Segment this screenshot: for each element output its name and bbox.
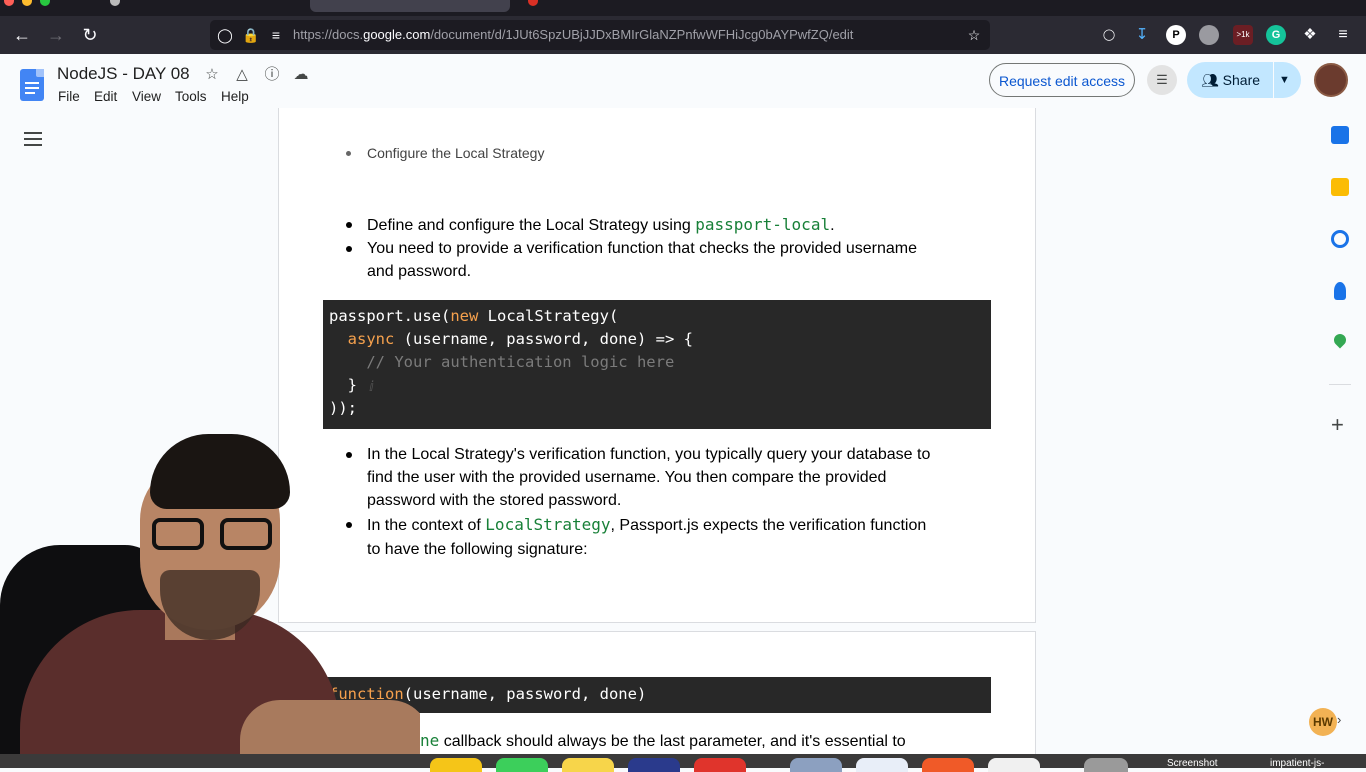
globe-icon[interactable] xyxy=(1199,25,1219,45)
tasks-icon[interactable] xyxy=(1331,230,1349,248)
document-title[interactable]: NodeJS - DAY 08 xyxy=(57,64,190,84)
bookmark-star-icon[interactable]: ☆ xyxy=(965,26,983,44)
shield-icon[interactable]: ◯ xyxy=(216,26,234,44)
dock-app-icon[interactable] xyxy=(628,758,680,772)
url-text[interactable]: https://docs.google.com/document/d/1JUt6… xyxy=(293,27,853,42)
dock-app-icon[interactable] xyxy=(922,758,974,772)
dock-app-icon[interactable] xyxy=(1084,758,1128,772)
tab-favicon[interactable] xyxy=(528,0,538,6)
docs-logo-icon[interactable] xyxy=(20,69,44,101)
cloud-status-icon[interactable]: ☁ xyxy=(291,65,311,85)
back-icon[interactable]: ← xyxy=(9,22,35,48)
chevron-right-icon[interactable]: › xyxy=(1337,712,1341,727)
presenter-glasses xyxy=(152,518,274,554)
bullet-marker xyxy=(346,222,352,228)
forward-icon[interactable]: → xyxy=(43,22,69,48)
pocket-icon[interactable]: ◯ xyxy=(1099,25,1119,45)
menu-help[interactable]: Help xyxy=(221,89,249,104)
presenter-video-overlay xyxy=(0,430,420,768)
share-divider xyxy=(1273,62,1274,98)
code-block[interactable]: function(username, password, done) xyxy=(323,677,991,713)
extensions-puzzle-icon[interactable]: ❖ xyxy=(1300,25,1320,45)
dock-app-icon[interactable] xyxy=(496,758,548,772)
star-icon[interactable]: ☆ xyxy=(202,65,222,85)
lock-icon[interactable]: 🔒 xyxy=(242,26,260,44)
presenter-hair xyxy=(150,434,290,509)
request-edit-access-button[interactable]: Request edit access xyxy=(989,63,1135,97)
tab-favicon[interactable] xyxy=(110,0,120,6)
watermark-badge: HW xyxy=(1309,708,1337,736)
list-item-continuation[interactable]: and password. xyxy=(367,260,471,283)
download-icon[interactable]: ↧ xyxy=(1132,25,1152,45)
list-item[interactable]: In the Local Strategy's verification fun… xyxy=(367,443,930,466)
paragraph-text[interactable]: ne callback should always be the last pa… xyxy=(420,729,906,753)
menu-tools[interactable]: Tools xyxy=(175,89,207,104)
dock-file-label[interactable]: impatient-js- xyxy=(1270,758,1324,769)
list-item[interactable]: In the context of LocalStrategy, Passpor… xyxy=(367,513,926,537)
document-outline-icon[interactable] xyxy=(24,131,42,147)
bullet-marker xyxy=(346,246,352,252)
dock-app-icon[interactable] xyxy=(988,758,1040,772)
dock-app-icon[interactable] xyxy=(856,758,908,772)
grammarly-icon[interactable]: G xyxy=(1266,25,1286,45)
text-cursor-icon: ⅈ xyxy=(369,378,374,394)
avatar[interactable] xyxy=(1314,63,1348,97)
extension-badge-icon[interactable]: >1k xyxy=(1233,25,1253,45)
menu-file[interactable]: File xyxy=(58,89,80,104)
bullet-marker xyxy=(346,151,351,156)
chevron-down-icon[interactable]: ▼ xyxy=(1279,62,1290,98)
permissions-icon[interactable]: ≡ xyxy=(267,26,285,44)
move-to-drive-icon[interactable]: △ xyxy=(232,65,252,85)
keep-icon[interactable] xyxy=(1331,178,1349,196)
menu-view[interactable]: View xyxy=(132,89,161,104)
window-close-dot[interactable] xyxy=(4,0,14,6)
share-button[interactable]: 👥︎ Share ▼ xyxy=(1187,62,1301,98)
people-icon: 👥︎ xyxy=(1201,72,1219,88)
reload-icon[interactable]: ↻ xyxy=(77,22,103,48)
list-item[interactable]: You need to provide a verification funct… xyxy=(367,237,917,260)
maps-icon[interactable] xyxy=(1331,331,1349,349)
browser-tab-strip xyxy=(0,0,1366,16)
menu-hamburger-icon[interactable]: ≡ xyxy=(1333,25,1353,45)
url-bar[interactable]: ◯ 🔒 ≡ https://docs.google.com/document/d… xyxy=(210,20,990,50)
window-minimize-dot[interactable] xyxy=(22,0,32,6)
list-item[interactable]: Define and configure the Local Strategy … xyxy=(367,213,835,237)
browser-toolbar: ← → ↻ ◯ 🔒 ≡ https://docs.google.com/docu… xyxy=(0,16,1366,54)
info-icon[interactable]: ⓘ xyxy=(262,65,282,85)
list-item-continuation[interactable]: find the user with the provided username… xyxy=(367,466,886,489)
window-zoom-dot[interactable] xyxy=(40,0,50,6)
add-addon-icon[interactable]: + xyxy=(1331,412,1344,438)
dock-app-icon[interactable] xyxy=(562,758,614,772)
dock-app-icon[interactable] xyxy=(430,758,482,772)
dock-file-label[interactable]: Screenshot xyxy=(1167,758,1218,769)
dock-app-icon[interactable] xyxy=(694,758,746,772)
active-tab[interactable] xyxy=(310,0,510,12)
side-panel-divider xyxy=(1329,384,1351,385)
dock-app-icon[interactable] xyxy=(790,758,842,772)
calendar-icon[interactable] xyxy=(1331,126,1349,144)
contacts-icon[interactable] xyxy=(1334,282,1346,300)
list-item[interactable]: Configure the Local Strategy xyxy=(367,142,544,165)
share-button-label: 👥︎ Share xyxy=(1201,72,1261,88)
comments-icon[interactable]: ☰ xyxy=(1147,65,1177,95)
menu-edit[interactable]: Edit xyxy=(94,89,117,104)
dock-bar xyxy=(0,754,1366,768)
code-block[interactable]: passport.use(new LocalStrategy( async (u… xyxy=(323,300,991,429)
extension-p-icon[interactable]: P xyxy=(1166,25,1186,45)
docs-header: NodeJS - DAY 08 ☆ △ ⓘ ☁ File Edit View T… xyxy=(0,54,1366,108)
